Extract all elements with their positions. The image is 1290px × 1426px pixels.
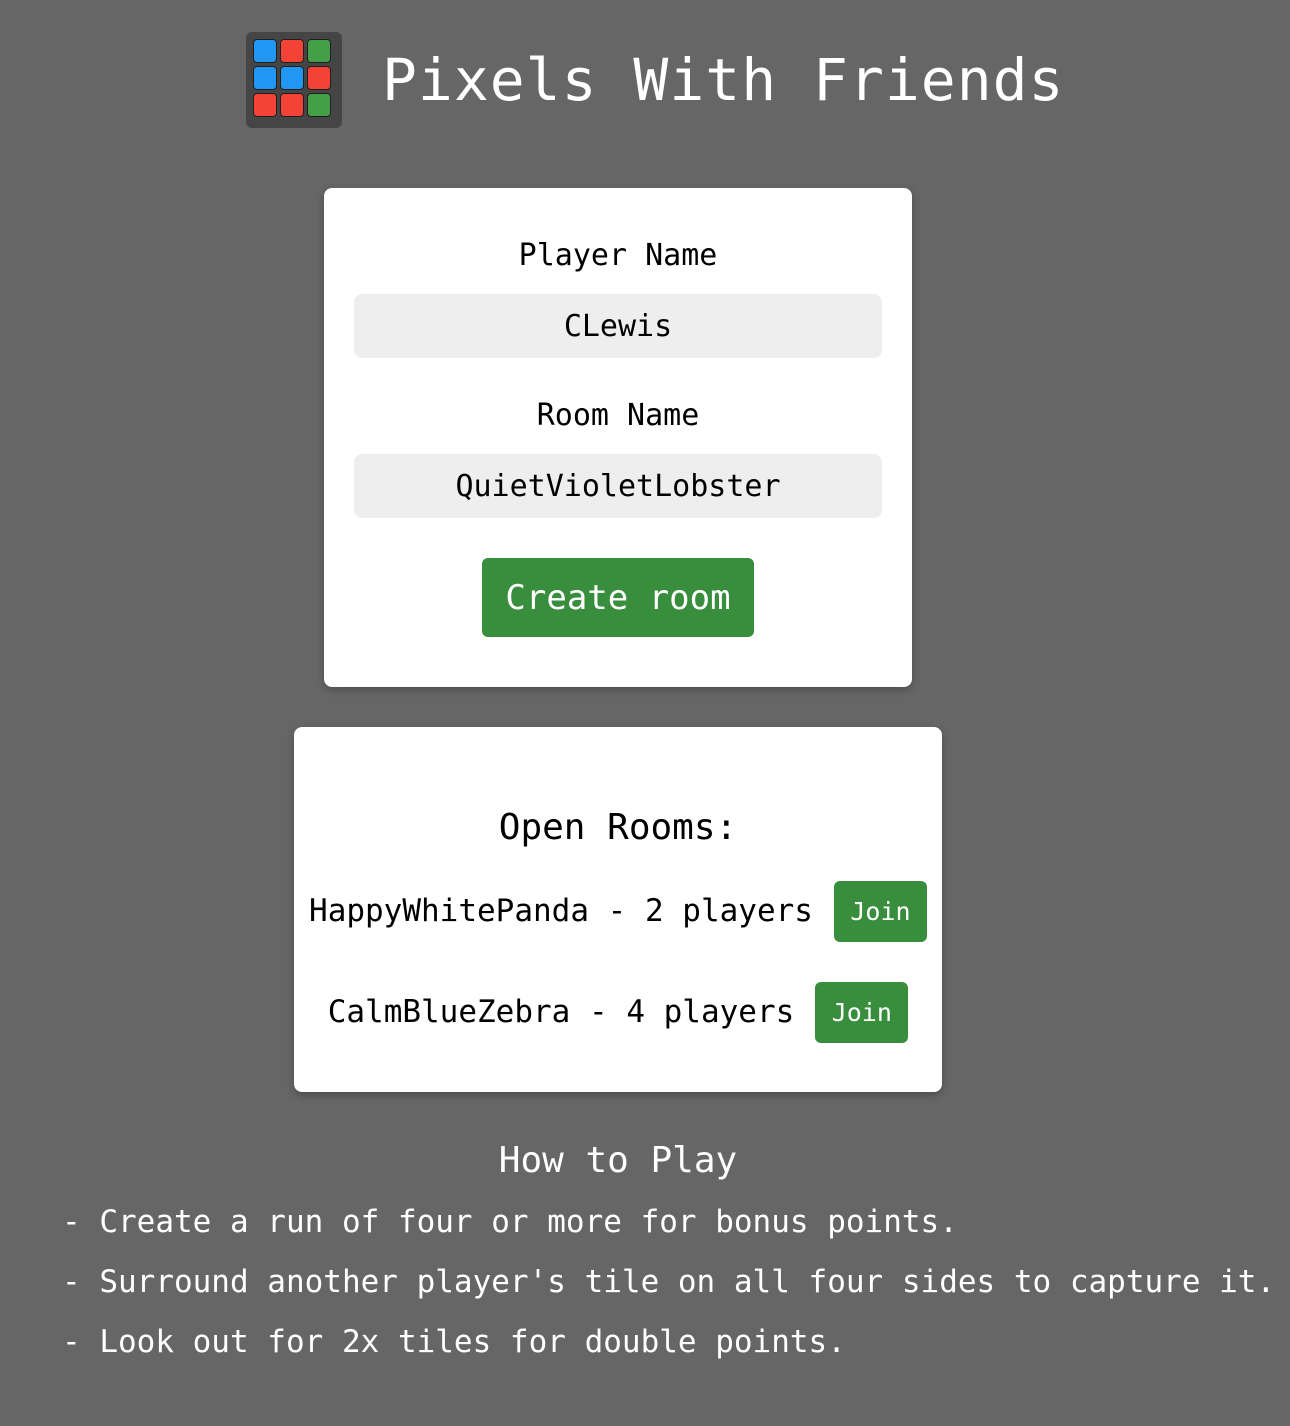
create-room-button[interactable]: Create room	[482, 558, 754, 637]
rule-item: - Look out for 2x tiles for double point…	[62, 1324, 846, 1360]
room-label: HappyWhitePanda - 2 players	[309, 893, 813, 929]
logo-tile	[253, 39, 277, 63]
rule-item: - Surround another player's tile on all …	[62, 1264, 1276, 1300]
pixel-grid-logo-icon	[246, 32, 342, 128]
room-row: HappyWhitePanda - 2 players Join	[294, 880, 942, 942]
rules-list: - Create a run of four or more for bonus…	[62, 1200, 1275, 1380]
room-name-label: Room Name	[536, 398, 700, 433]
how-to-play-title: How to Play	[498, 1140, 738, 1181]
app-header: Pixels With Friends	[246, 32, 1064, 128]
create-room-card: Player Name Room Name Create room	[324, 188, 912, 687]
rule-item: - Create a run of four or more for bonus…	[62, 1204, 958, 1240]
player-name-input[interactable]	[354, 294, 882, 358]
logo-tile	[307, 93, 331, 117]
join-room-button[interactable]: Join	[833, 880, 927, 942]
player-name-label: Player Name	[518, 238, 718, 273]
app-title: Pixels With Friends	[382, 46, 1065, 114]
open-rooms-card: Open Rooms: HappyWhitePanda - 2 players …	[294, 727, 942, 1092]
logo-tile	[280, 66, 304, 90]
join-room-button[interactable]: Join	[815, 981, 909, 1043]
logo-tile	[253, 66, 277, 90]
logo-tile	[307, 66, 331, 90]
logo-tile	[307, 39, 331, 63]
logo-tile	[280, 93, 304, 117]
logo-tile	[253, 93, 277, 117]
room-label: CalmBlueZebra - 4 players	[327, 994, 795, 1030]
room-name-input[interactable]	[354, 454, 882, 518]
room-row: CalmBlueZebra - 4 players Join	[294, 981, 942, 1043]
open-rooms-heading: Open Rooms:	[498, 807, 738, 848]
logo-tile	[280, 39, 304, 63]
